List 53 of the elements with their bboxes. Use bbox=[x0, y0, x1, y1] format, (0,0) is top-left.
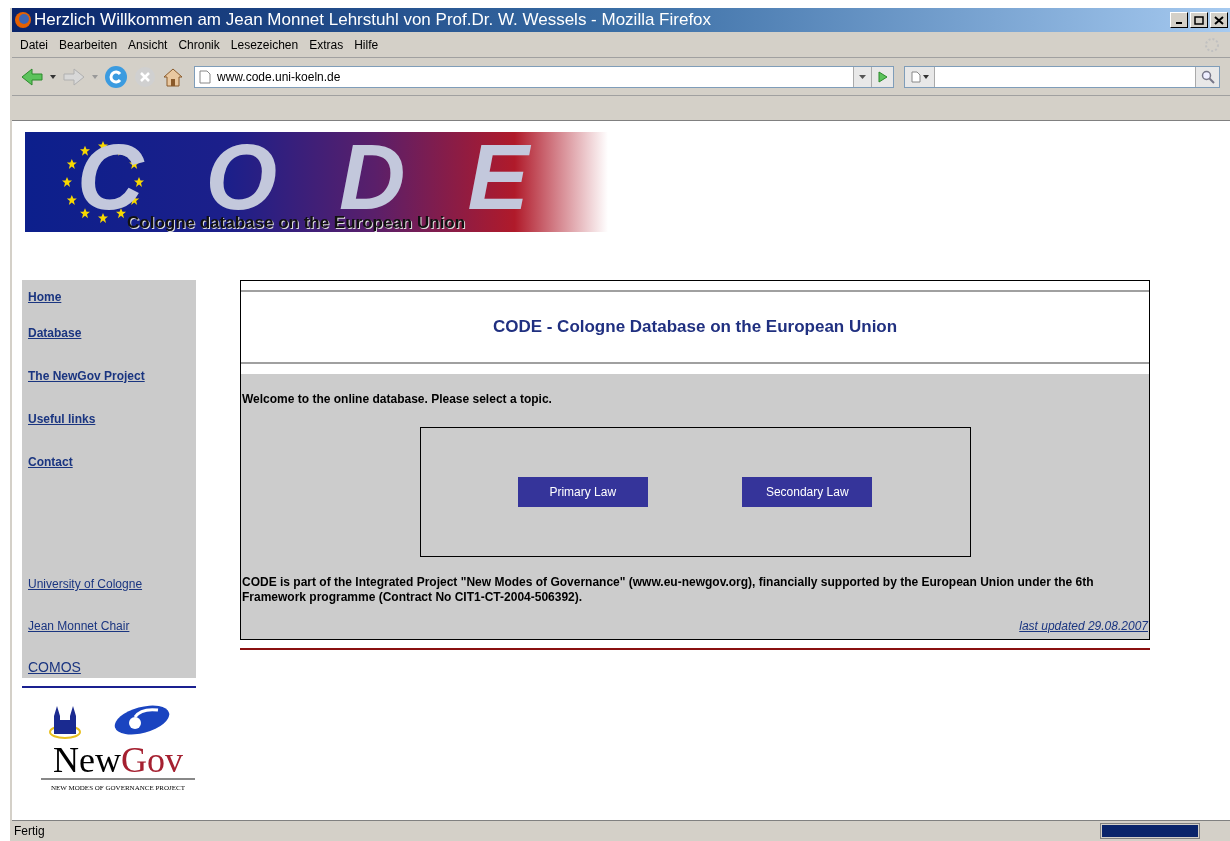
nav-link[interactable]: Useful links bbox=[28, 410, 96, 428]
nav-link[interactable]: The NewGov Project bbox=[28, 367, 145, 385]
maximize-icon bbox=[1194, 15, 1204, 25]
close-icon bbox=[1214, 15, 1224, 25]
play-icon bbox=[877, 70, 888, 83]
nav-link[interactable]: University of Cologne bbox=[28, 575, 143, 593]
menu-item[interactable]: Ansicht bbox=[128, 35, 168, 54]
topic-button[interactable]: Secondary Law bbox=[742, 476, 873, 507]
address-text: www.code.uni-koeln.de bbox=[217, 68, 341, 86]
maximize-button[interactable] bbox=[1190, 12, 1208, 28]
status-text: Fertig bbox=[14, 823, 45, 840]
search-field[interactable] bbox=[904, 65, 1220, 88]
minimize-icon bbox=[1176, 22, 1182, 24]
last-updated-link[interactable]: last updated 29.08.2007 bbox=[1019, 616, 1148, 635]
search-engine-button[interactable] bbox=[905, 66, 935, 87]
logo-text: Gov bbox=[121, 740, 183, 780]
caret-icon bbox=[922, 74, 929, 79]
window-title: Herzlich Willkommen am Jean Monnet Lehrstuhl von Prof.Dr. W. Wessels - Mozilla Firefox bbox=[34, 9, 712, 32]
banner-letter: D bbox=[339, 144, 406, 210]
page-icon bbox=[910, 70, 921, 83]
back-arrow-icon[interactable] bbox=[20, 66, 44, 87]
go-button[interactable] bbox=[871, 66, 893, 87]
menu-item[interactable]: Datei bbox=[20, 35, 48, 54]
banner-letter: E bbox=[467, 144, 529, 210]
topic-button[interactable]: Primary Law bbox=[517, 476, 648, 507]
banner-letter: C bbox=[77, 144, 144, 210]
menu-item[interactable]: Hilfe bbox=[354, 35, 379, 54]
nav-link[interactable]: Home bbox=[28, 288, 62, 306]
banner-letter: O bbox=[205, 144, 277, 210]
address-field[interactable]: www.code.uni-koeln.de bbox=[194, 65, 894, 88]
page-heading: CODE - Cologne Database on the European Union bbox=[491, 316, 899, 338]
banner-subtitle: Cologne database on the European Union bbox=[127, 212, 466, 232]
menu-item[interactable]: Extras bbox=[309, 35, 344, 54]
search-button[interactable] bbox=[1195, 66, 1219, 87]
page-icon bbox=[199, 69, 211, 84]
welcome-text: Welcome to the online database. Please select a topic. bbox=[242, 390, 553, 408]
minimize-button[interactable] bbox=[1170, 12, 1188, 28]
nav-link[interactable]: Contact bbox=[28, 453, 73, 471]
browser-logo-icon bbox=[14, 11, 32, 29]
menu-item[interactable]: Chronik bbox=[178, 35, 220, 54]
info-text: CODE is part of the Integrated Project "New Modes of Governance" (www.eu-newgov.org), financially supported by the European Union under the 6th Framework programme (Contract No CIT1-CT-2004-506392). bbox=[242, 574, 1095, 605]
logo-text: New bbox=[53, 740, 121, 780]
caret-icon[interactable] bbox=[50, 74, 56, 79]
close-button[interactable] bbox=[1210, 12, 1228, 28]
search-icon bbox=[1200, 69, 1215, 84]
nav-link[interactable]: COMOS bbox=[28, 657, 81, 678]
menu-item[interactable]: Bearbeiten bbox=[59, 35, 118, 54]
caret-icon bbox=[859, 74, 866, 79]
nav-link[interactable]: Database bbox=[28, 324, 82, 342]
reload-icon[interactable] bbox=[104, 64, 128, 89]
menu-item[interactable]: Lesezeichen bbox=[230, 35, 299, 54]
dropdown-button[interactable] bbox=[853, 66, 871, 87]
nav-link[interactable]: Jean Monnet Chair bbox=[28, 617, 130, 635]
